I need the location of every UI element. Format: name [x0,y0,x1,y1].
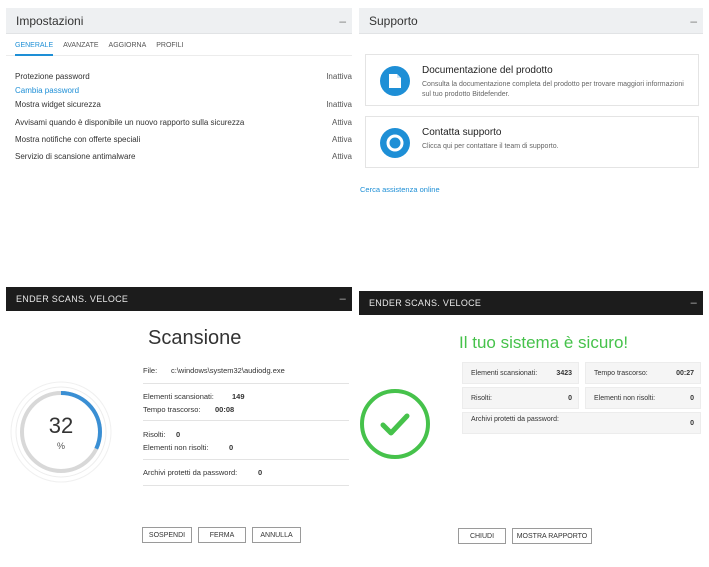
support-panel: Supporto – Documentazione del prodotto C… [359,8,703,208]
close-button[interactable]: CHIUDI [458,528,506,544]
setting-row-antimalware-service[interactable]: Servizio di scansione antimalware Attiva [15,152,352,161]
scan-title: Scansione [148,327,242,349]
unresolved-label: Elementi non risolti: [143,443,209,452]
scanned-value: 149 [232,392,245,401]
scanned-value: 3423 [556,370,572,377]
stop-button[interactable]: FERMA [198,527,246,543]
result-header: ENDER SCANS. VELOCE – [359,291,703,315]
setting-value[interactable]: Inattiva [326,100,352,109]
scanned-cell: Elementi scansionati: 3423 [462,362,579,384]
tab-aggiorna[interactable]: AGGIORNA [109,42,147,55]
support-header: Supporto – [359,8,703,34]
archives-value: 0 [690,420,694,427]
scanned-label: Elementi scansionati: [143,392,214,401]
unresolved-label: Elementi non risolti: [594,395,656,402]
pause-button[interactable]: SOSPENDI [142,527,192,543]
archives-cell: Archivi protetti da password: 0 [462,412,701,434]
unresolved-value: 0 [229,443,234,452]
tab-generale[interactable]: GENERALE [15,42,54,56]
resolved-label: Risolti: [143,430,166,439]
setting-label: Mostra notifiche con offerte speciali [15,135,141,144]
archives-label: Archivi protetti da password: [143,468,238,477]
setting-row-password-protection[interactable]: Protezione password Inattiva [15,72,352,81]
file-label: File: [143,366,158,375]
card-title: Contatta supporto [422,127,502,138]
setting-value[interactable]: Attiva [332,118,352,127]
settings-title: Impostazioni [16,13,84,28]
minimize-button[interactable]: – [690,14,697,28]
setting-label: Protezione password [15,72,90,81]
check-icon [359,388,431,460]
archives-label: Archivi protetti da password: [471,416,559,423]
change-password-link[interactable]: Cambia password [15,86,79,95]
result-header-title: ENDER SCANS. VELOCE [369,298,482,308]
settings-panel: Impostazioni – GENERALE AVANZATE AGGIORN… [6,8,352,188]
time-label: Tempo trascorso: [143,405,201,414]
settings-header: Impostazioni – [6,8,352,34]
minimize-button[interactable]: – [340,293,346,305]
result-title: Il tuo sistema è sicuro! [459,333,629,352]
tab-avanzate[interactable]: AVANZATE [63,42,98,55]
scan-panel: ENDER SCANS. VELOCE – 32 % Scansione Fil… [6,287,352,560]
time-label: Tempo trascorso: [594,370,648,377]
tab-profili[interactable]: PROFILI [156,42,183,55]
progress-value: 32 [48,413,74,438]
file-value: c:\windows\system32\audiodg.exe [171,366,285,375]
scan-header: ENDER SCANS. VELOCE – [6,287,352,311]
resolved-value: 0 [176,430,181,439]
result-panel: ENDER SCANS. VELOCE – Il tuo sistema è s… [359,291,703,560]
divider [143,485,349,486]
time-cell: Tempo trascorso: 00:27 [585,362,701,384]
lifebuoy-icon [380,128,410,158]
setting-label: Servizio di scansione antimalware [15,152,136,161]
setting-value[interactable]: Attiva [332,135,352,144]
setting-label: Avvisami quando è disponibile un nuovo r… [15,118,245,127]
setting-label: Mostra widget sicurezza [15,100,101,109]
settings-tabs: GENERALE AVANZATE AGGIORNA PROFILI [6,34,352,56]
setting-value[interactable]: Attiva [332,152,352,161]
setting-row-security-report[interactable]: Avvisami quando è disponibile un nuovo r… [15,118,352,127]
resolved-value: 0 [568,395,572,402]
show-report-button[interactable]: MOSTRA RAPPORTO [512,528,592,544]
time-value: 00:27 [676,370,694,377]
search-online-help-link[interactable]: Cerca assistenza online [360,185,440,194]
divider [143,459,349,460]
setting-row-change-password[interactable]: Cambia password [15,86,352,95]
setting-row-security-widget[interactable]: Mostra widget sicurezza Inattiva [15,100,352,109]
card-description: Consulta la documentazione completa del … [422,81,684,98]
progress-ring: 32 % [8,379,114,485]
documentation-card[interactable]: Documentazione del prodotto Consulta la … [365,54,699,106]
resolved-label: Risolti: [471,395,493,402]
cancel-button[interactable]: ANNULLA [252,527,301,543]
resolved-cell: Risolti: 0 [462,387,579,409]
scan-header-title: ENDER SCANS. VELOCE [16,294,129,304]
contact-support-card[interactable]: Contatta supporto Clicca qui per contatt… [365,116,699,168]
setting-row-special-offers[interactable]: Mostra notifiche con offerte speciali At… [15,135,352,144]
progress-percent: % [56,441,65,451]
scanned-label: Elementi scansionati: [471,370,538,377]
minimize-button[interactable]: – [339,14,346,28]
document-icon [380,66,410,96]
support-title: Supporto [369,13,418,28]
unresolved-cell: Elementi non risolti: 0 [585,387,701,409]
divider [143,383,349,384]
card-title: Documentazione del prodotto [422,65,553,76]
minimize-button[interactable]: – [691,297,697,309]
divider [143,420,349,421]
archives-value: 0 [258,468,263,477]
setting-value[interactable]: Inattiva [326,72,352,81]
time-value: 00:08 [215,405,235,414]
unresolved-value: 0 [690,395,694,402]
card-description: Clicca qui per contattare il team di sup… [422,143,559,150]
